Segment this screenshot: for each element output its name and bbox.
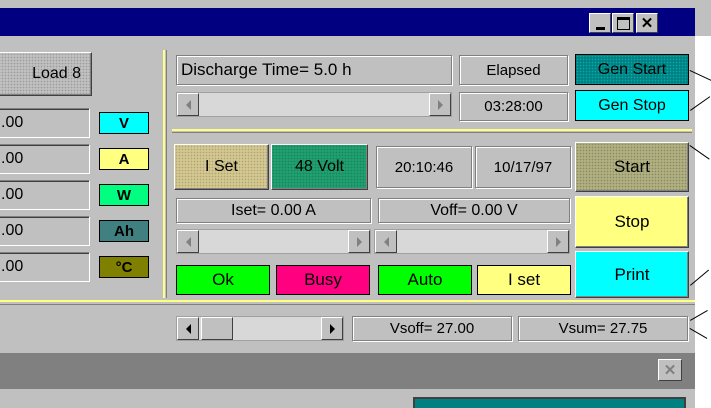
bottom-scroll-right-button[interactable] [321, 317, 343, 340]
discharge-scrollbar[interactable] [176, 92, 452, 117]
arrow-left-icon [185, 99, 191, 110]
arrow-left-icon [383, 236, 389, 247]
minimize-icon [595, 26, 605, 30]
voff-scrollbar[interactable] [374, 229, 570, 254]
arrow-right-icon [329, 323, 335, 334]
status-iset: I set [477, 265, 571, 295]
scroll-right-button[interactable] [429, 93, 451, 116]
vsum-readout: Vsum= 27.75 [518, 316, 688, 341]
iset-readout: Iset= 0.00 A [176, 198, 371, 223]
elapsed-label: Elapsed [459, 55, 568, 85]
yellow-divider-vertical [163, 50, 167, 298]
arrow-right-icon [437, 99, 443, 110]
stop-button[interactable]: Stop [575, 196, 689, 248]
maximize-button[interactable] [612, 13, 634, 33]
yellow-divider-bottom [0, 300, 695, 305]
i-set-button[interactable]: I Set [174, 144, 269, 190]
left-readouts: .00 .00 .00 .00 .00 V A W Ah °C [0, 108, 160, 282]
close-icon: ✕ [663, 362, 677, 379]
arrow-left-icon [185, 236, 191, 247]
title-bar-right-gap [659, 13, 689, 33]
arrow-right-icon [555, 236, 561, 247]
maximize-icon [616, 16, 630, 30]
secondary-close-button[interactable]: ✕ [658, 359, 682, 381]
gen-start-button[interactable]: Gen Start [575, 54, 689, 85]
status-ok: Ok [176, 265, 270, 295]
arrow-right-icon [356, 236, 362, 247]
voff-readout: Voff= 0.00 V [378, 198, 570, 223]
unit-w-badge: W [99, 184, 149, 206]
secondary-window-title-bar [0, 353, 695, 389]
voff-scroll-right-button[interactable] [547, 230, 569, 253]
elapsed-value: 03:28:00 [459, 92, 568, 121]
yellow-divider-top [172, 129, 692, 133]
arrow-left-icon [185, 323, 191, 334]
48-volt-button[interactable]: 48 Volt [271, 144, 368, 190]
unit-ah-badge: Ah [99, 220, 149, 242]
discharge-time-readout: Discharge Time= 5.0 h [176, 55, 452, 85]
secondary-teal-panel [413, 397, 686, 408]
scroll-left-button[interactable] [177, 93, 199, 116]
status-auto: Auto [378, 265, 472, 295]
current-readout: .00 [0, 144, 90, 174]
close-button[interactable]: ✕ [636, 13, 658, 33]
unit-degc-badge: °C [99, 256, 149, 278]
load-8-button[interactable]: Load 8 [0, 52, 92, 96]
status-busy: Busy [276, 265, 370, 295]
amp-hour-readout: .00 [0, 216, 90, 246]
main-title-bar: ✕ [0, 0, 711, 36]
gen-stop-button[interactable]: Gen Stop [575, 90, 689, 121]
bottom-scroll-left-button[interactable] [177, 317, 199, 340]
unit-a-badge: A [99, 148, 149, 170]
close-icon: ✕ [640, 15, 654, 32]
vsoff-readout: Vsoff= 27.00 [352, 316, 512, 341]
voltage-readout: .00 [0, 108, 90, 138]
temperature-readout: .00 [0, 252, 90, 282]
unit-v-badge: V [99, 112, 149, 134]
minimize-button[interactable] [589, 13, 611, 33]
date-readout: 10/17/97 [475, 146, 571, 188]
bottom-scrollbar[interactable] [176, 316, 344, 341]
print-button[interactable]: Print [575, 251, 689, 298]
iset-scroll-right-button[interactable] [348, 230, 370, 253]
time-readout: 20:10:46 [376, 146, 472, 188]
iset-scrollbar[interactable] [176, 229, 371, 254]
voff-scroll-left-button[interactable] [375, 230, 397, 253]
bottom-scroll-thumb[interactable] [201, 317, 233, 340]
power-readout: .00 [0, 180, 90, 210]
iset-scroll-left-button[interactable] [177, 230, 199, 253]
start-button[interactable]: Start [575, 142, 689, 192]
